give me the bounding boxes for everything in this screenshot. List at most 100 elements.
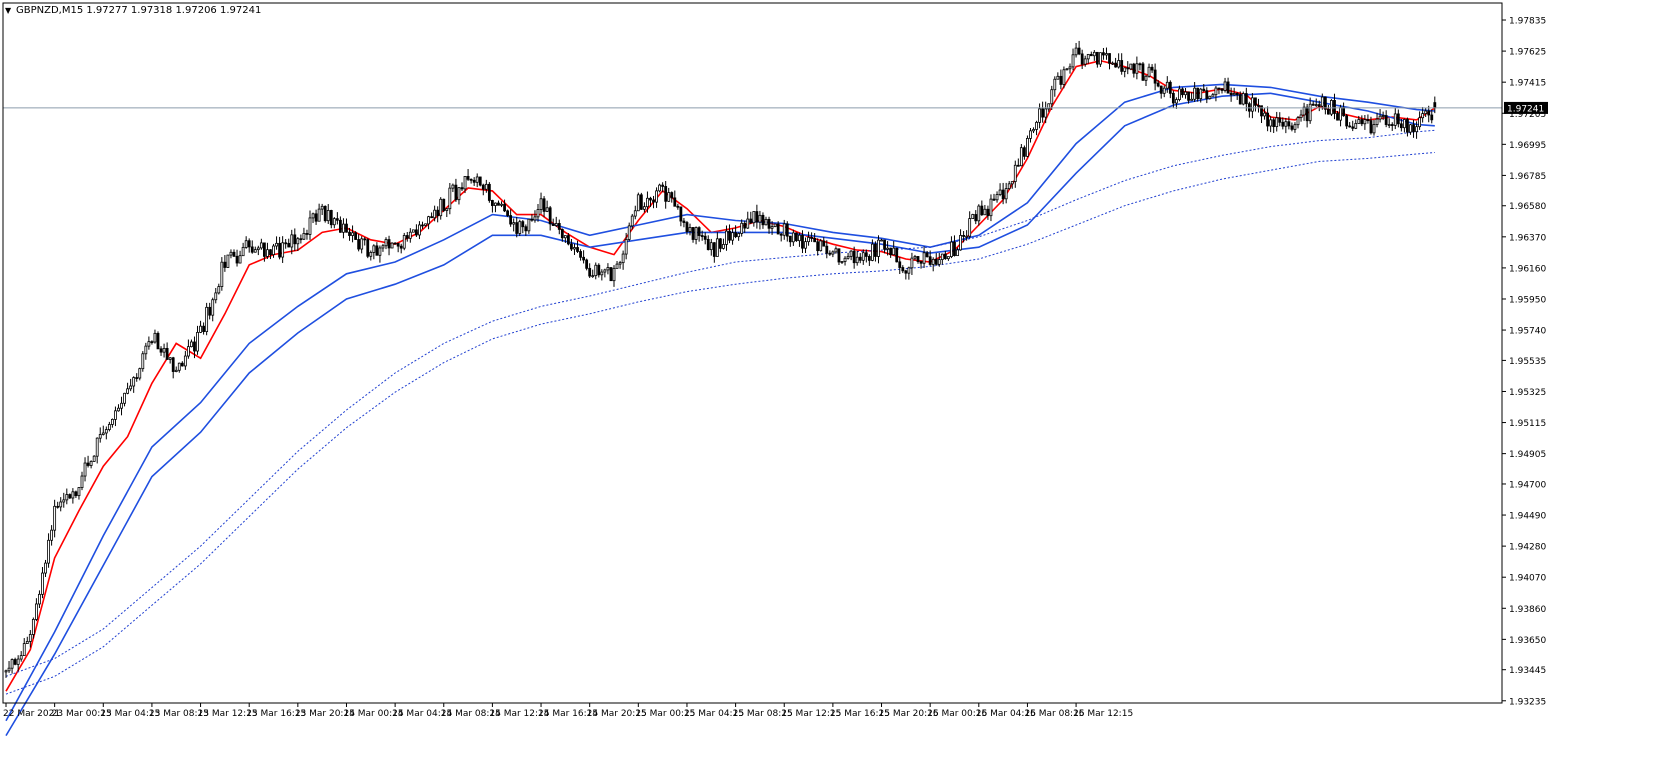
- candle-body: [430, 216, 434, 219]
- candle-body: [390, 242, 394, 249]
- candle: [518, 219, 522, 236]
- candle-body: [934, 258, 938, 265]
- candle-body: [284, 242, 288, 245]
- candle-body: [1147, 66, 1151, 77]
- candle-body: [186, 346, 190, 357]
- chart-canvas[interactable]: 1.978351.976251.974151.972051.969951.967…: [0, 0, 1654, 761]
- candle-body: [1427, 110, 1431, 116]
- candle-body: [360, 238, 364, 250]
- candle-body: [89, 461, 93, 466]
- candle-body: [472, 179, 476, 183]
- price-chart[interactable]: 1.97835 1.97625 1.97415 1.97205 1.96995 1.967…: [0, 0, 1654, 761]
- candle-body: [25, 641, 29, 644]
- candle-body: [147, 341, 151, 347]
- candle-body: [536, 209, 540, 218]
- candle-body: [1214, 87, 1218, 96]
- candle-body: [758, 214, 762, 223]
- candle-body: [1287, 121, 1291, 127]
- candle-body: [791, 232, 795, 243]
- candle-body: [1229, 92, 1233, 96]
- candle-body: [524, 226, 528, 232]
- candle-body: [1062, 69, 1066, 85]
- candle-body: [1089, 54, 1093, 57]
- candle-body: [779, 233, 783, 236]
- candle-body: [1311, 103, 1315, 106]
- candle-body: [1171, 92, 1175, 104]
- candle-body: [141, 353, 145, 370]
- candle-body: [1023, 147, 1026, 157]
- candle-body: [1387, 124, 1391, 126]
- candle-body: [1108, 53, 1111, 64]
- candle-body: [1278, 117, 1282, 123]
- price-tick-label: 1.94700: [1509, 480, 1546, 490]
- candle-body: [788, 235, 792, 243]
- candle-body: [828, 252, 832, 255]
- candle-body: [1178, 88, 1181, 100]
- candle-body: [1299, 114, 1303, 119]
- candle-body: [259, 242, 263, 249]
- candle-body: [700, 235, 704, 237]
- candle-body: [1333, 100, 1336, 114]
- chart-background: [0, 0, 1654, 761]
- candle-body: [664, 186, 668, 202]
- candle-body: [773, 223, 777, 228]
- candle: [226, 254, 230, 268]
- candle-body: [490, 200, 494, 206]
- candle-body: [895, 247, 899, 263]
- candle-body: [193, 341, 196, 352]
- candle-body: [250, 246, 254, 253]
- candle-body: [916, 256, 920, 263]
- candle-body: [1363, 119, 1367, 125]
- candle-body: [852, 250, 856, 264]
- candle-body: [1126, 67, 1130, 70]
- candle-body: [156, 332, 160, 350]
- candle-body: [639, 194, 643, 210]
- candle-body: [342, 223, 345, 233]
- candle-body: [527, 218, 531, 232]
- price-tick-label: 1.93860: [1509, 605, 1546, 615]
- candle-body: [448, 187, 452, 210]
- candle-body: [378, 247, 382, 256]
- candle-body: [1266, 112, 1269, 127]
- candle-body: [731, 232, 734, 241]
- candle-body: [387, 239, 391, 249]
- candle-body: [883, 239, 886, 250]
- candle-body: [509, 215, 513, 225]
- candle-body: [719, 238, 722, 249]
- candle-body: [673, 197, 677, 207]
- candle-body: [658, 184, 661, 192]
- candle-body: [1208, 95, 1212, 99]
- candle-body: [414, 229, 418, 236]
- candle-body: [1196, 87, 1200, 100]
- candle-body: [1029, 130, 1032, 139]
- candle-body: [1369, 120, 1373, 134]
- candle-body: [111, 419, 114, 425]
- candle-body: [752, 211, 756, 224]
- candle: [1241, 91, 1245, 106]
- candle-body: [338, 219, 342, 233]
- candle-body: [165, 347, 169, 360]
- candle-body: [232, 251, 236, 257]
- candle-body: [1035, 121, 1038, 130]
- chart-menu-icon[interactable]: ▼: [5, 6, 12, 15]
- candle-body: [618, 262, 622, 265]
- candle-body: [877, 239, 880, 257]
- candle-body: [910, 257, 914, 269]
- candle-body: [706, 238, 710, 251]
- candle-body: [47, 539, 50, 564]
- candle-body: [703, 235, 707, 240]
- candle-body: [31, 619, 35, 635]
- candle-body: [436, 209, 440, 217]
- candle-body: [1421, 113, 1425, 119]
- candle-body: [1430, 114, 1434, 121]
- candle-body: [643, 206, 646, 210]
- candle-body: [408, 231, 412, 239]
- candle-body: [928, 256, 932, 265]
- price-tick-label: 1.94905: [1509, 450, 1546, 460]
- candle-body: [1399, 123, 1403, 129]
- candle-body: [579, 251, 582, 258]
- price-tick-label: 1.95740: [1509, 327, 1546, 337]
- candle: [1019, 144, 1023, 167]
- candle-body: [354, 232, 358, 240]
- candle-body: [335, 218, 339, 221]
